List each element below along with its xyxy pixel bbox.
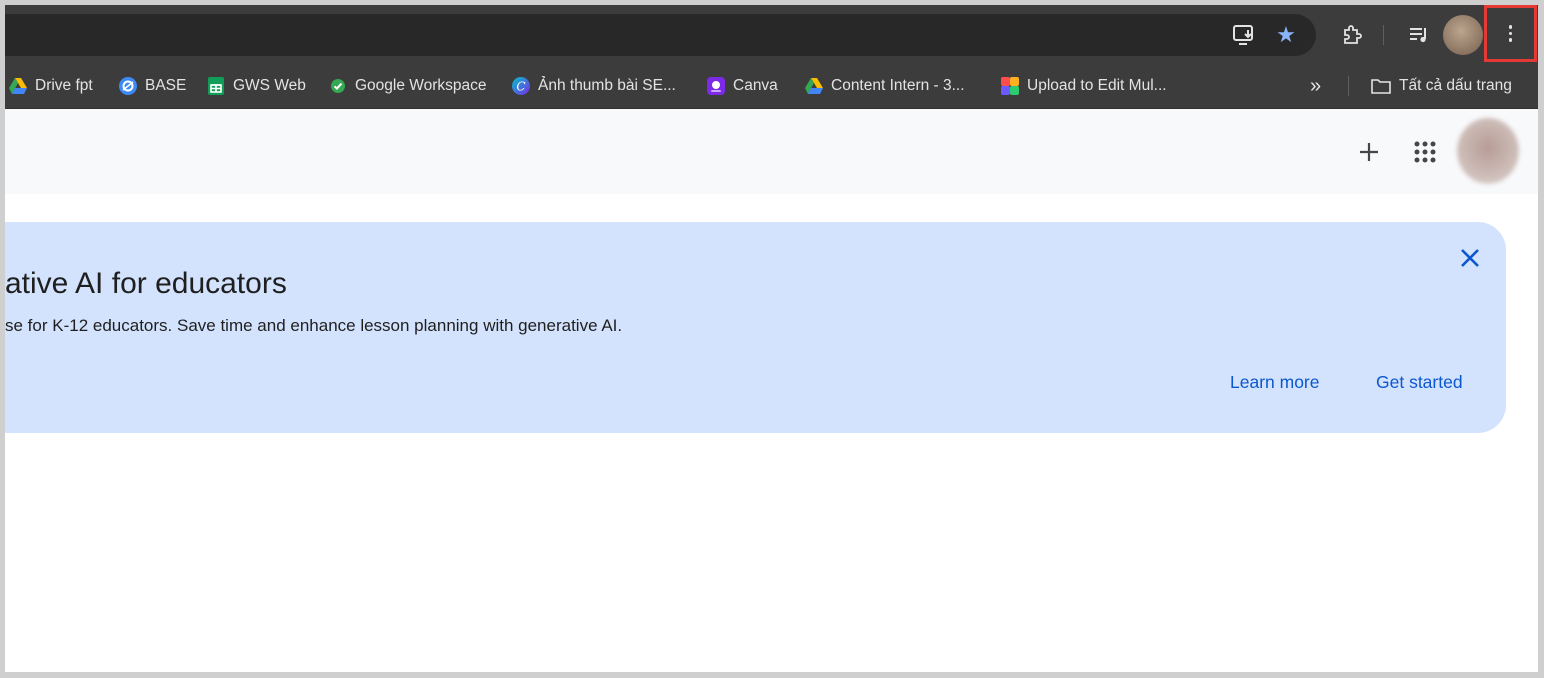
- browser-toolbar: ★: [5, 5, 1538, 63]
- all-bookmarks-button[interactable]: Tất cả dấu trang: [1371, 74, 1512, 98]
- bookmark-google-workspace[interactable]: Google Workspace: [329, 74, 487, 98]
- more-vert-icon: [1508, 25, 1513, 42]
- close-icon[interactable]: [1457, 245, 1483, 271]
- browser-window: ★ Drive fpt BASE GWS Web Google Workspac…: [5, 5, 1538, 672]
- bookmark-base[interactable]: BASE: [119, 74, 186, 98]
- bookmark-content-intern[interactable]: Content Intern - 3...: [805, 74, 965, 98]
- colorful-grid-icon: [1001, 77, 1019, 95]
- base-icon: [119, 77, 137, 95]
- folder-icon: [1371, 77, 1391, 95]
- bookmark-anh-thumb[interactable]: C Ảnh thumb bài SE...: [512, 74, 676, 98]
- bookmark-upload-to-edit[interactable]: Upload to Edit Mul...: [1001, 74, 1167, 98]
- banner-title: ative AI for educators: [5, 267, 287, 300]
- account-avatar[interactable]: [1457, 118, 1519, 184]
- banner-description: se for K-12 educators. Save time and enh…: [5, 316, 623, 335]
- bookmarks-divider: [1348, 76, 1349, 96]
- google-drive-icon: [805, 77, 823, 95]
- green-check-icon: [329, 77, 347, 95]
- bookmarks-overflow-button[interactable]: »: [1310, 74, 1321, 98]
- address-bar[interactable]: [5, 14, 1316, 56]
- learn-more-link[interactable]: Learn more: [1230, 372, 1320, 393]
- canva-c-icon: C: [512, 77, 530, 95]
- svg-text:C: C: [516, 80, 525, 94]
- canva-icon: [707, 77, 725, 95]
- chrome-menu-button[interactable]: [1484, 5, 1537, 62]
- media-queue-icon[interactable]: [1405, 21, 1433, 49]
- page-header: [5, 109, 1538, 194]
- get-started-link[interactable]: Get started: [1376, 372, 1463, 393]
- bookmark-star-icon[interactable]: ★: [1273, 22, 1299, 48]
- google-drive-icon: [9, 77, 27, 95]
- add-icon[interactable]: [1357, 140, 1381, 164]
- bookmark-drive-fpt[interactable]: Drive fpt: [9, 74, 93, 98]
- toolbar-divider: [1383, 25, 1384, 45]
- bookmark-canva[interactable]: Canva: [707, 74, 778, 98]
- bookmark-gws-web[interactable]: GWS Web: [207, 74, 306, 98]
- google-sheets-icon: [207, 77, 225, 95]
- install-app-icon[interactable]: [1231, 22, 1257, 48]
- apps-grid-icon[interactable]: [1413, 140, 1437, 164]
- profile-avatar[interactable]: [1443, 15, 1483, 55]
- bookmarks-bar: Drive fpt BASE GWS Web Google Workspace …: [5, 63, 1538, 109]
- extensions-puzzle-icon[interactable]: [1338, 21, 1366, 49]
